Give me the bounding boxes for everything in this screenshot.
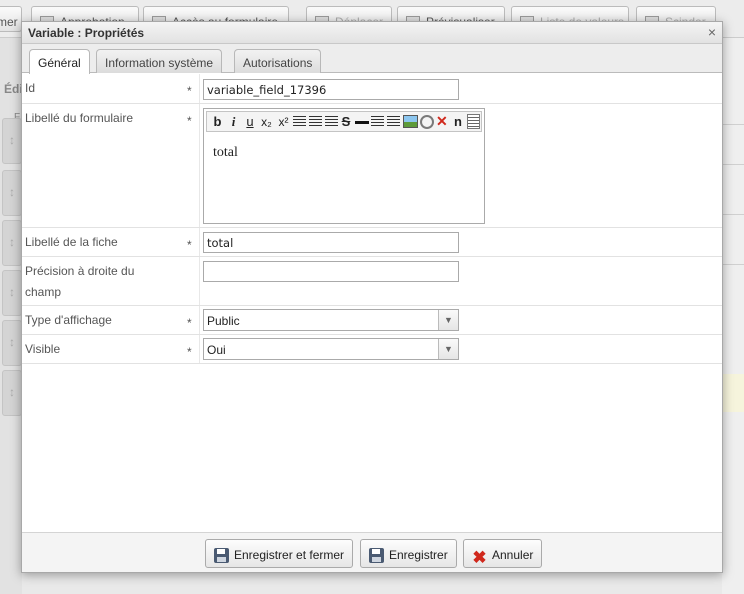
- superscript-button[interactable]: x²: [275, 114, 292, 130]
- unordered-list-icon[interactable]: [387, 116, 400, 127]
- bold-button[interactable]: b: [212, 114, 223, 130]
- drag-handle-icon: ↕: [2, 370, 22, 416]
- highlight-cell: [722, 374, 744, 412]
- dialog-footer: Enregistrer et fermer Enregistrer ✖ Annul…: [22, 532, 722, 572]
- required-marker: *: [187, 114, 192, 128]
- drag-handle-icon: ↕: [2, 320, 22, 366]
- visible-select[interactable]: Oui ▼: [203, 338, 459, 360]
- required-marker: *: [187, 316, 192, 330]
- cancel-button[interactable]: ✖ Annuler: [463, 539, 543, 568]
- precision-input[interactable]: [203, 261, 459, 282]
- field-label-line2: champ: [25, 285, 62, 299]
- subscript-button[interactable]: x₂: [258, 114, 275, 130]
- field-row-form-label: Libellé du formulaire * b i u x₂ x² S ✕ …: [22, 104, 722, 228]
- bg-button-label: mer: [0, 15, 18, 29]
- sheet-label-input[interactable]: total: [203, 232, 459, 253]
- tab-permissions[interactable]: Autorisations: [234, 49, 322, 73]
- field-label: Libellé de la fiche: [25, 235, 118, 249]
- bg-button-truncated: mer: [0, 6, 22, 32]
- italic-button[interactable]: i: [228, 114, 239, 130]
- column-divider: [199, 74, 200, 103]
- field-row-id: Id * variable_field_17396: [22, 74, 722, 104]
- dialog-titlebar[interactable]: Variable : Propriétés ×: [22, 22, 722, 44]
- cancel-icon: ✖: [472, 548, 487, 567]
- button-label: Annuler: [492, 548, 534, 562]
- selected-value: Oui: [207, 343, 226, 357]
- button-label: Enregistrer: [389, 548, 448, 562]
- save-icon: [369, 548, 384, 563]
- field-row-sheet-label: Libellé de la fiche * total: [22, 228, 722, 257]
- divider: [722, 214, 744, 215]
- required-marker: *: [187, 84, 192, 98]
- drag-handle-icon: ↕: [2, 220, 22, 266]
- nbsp-button[interactable]: n: [452, 114, 464, 130]
- align-right-icon[interactable]: [325, 116, 338, 127]
- column-divider: [199, 306, 200, 334]
- save-and-close-button[interactable]: Enregistrer et fermer: [205, 539, 354, 568]
- field-row-precision: Précision à droite du champ: [22, 257, 722, 306]
- image-icon[interactable]: [403, 115, 418, 128]
- divider: [722, 164, 744, 165]
- field-row-display-type: Type d'affichage * Public ▼: [22, 306, 722, 335]
- chevron-down-icon[interactable]: ▼: [438, 339, 458, 359]
- selected-value: Public: [207, 314, 240, 328]
- editor-toolbar: b i u x₂ x² S ✕ n: [206, 111, 482, 132]
- column-divider: [199, 104, 200, 227]
- required-marker: *: [187, 345, 192, 359]
- field-label: Visible: [25, 342, 61, 356]
- drag-handle-icon: ↕: [2, 170, 22, 216]
- column-divider: [199, 335, 200, 363]
- link-icon[interactable]: [420, 115, 434, 129]
- strikethrough-button[interactable]: S: [340, 114, 352, 130]
- column-divider: [199, 228, 200, 256]
- tab-general[interactable]: Général: [29, 49, 90, 74]
- display-type-select[interactable]: Public ▼: [203, 309, 459, 331]
- divider: [722, 264, 744, 265]
- close-icon[interactable]: ×: [708, 25, 716, 39]
- button-label: Enregistrer et fermer: [234, 548, 345, 562]
- bg-edit-label: Édi: [4, 82, 23, 96]
- field-row-visible: Visible * Oui ▼: [22, 335, 722, 364]
- unlink-icon[interactable]: ✕: [436, 113, 450, 129]
- background-right-panel: [722, 38, 744, 594]
- ordered-list-icon[interactable]: [371, 116, 384, 127]
- field-label: Libellé du formulaire: [25, 111, 134, 125]
- dialog-title: Variable : Propriétés: [28, 26, 145, 40]
- field-label-line1: Précision à droite du: [25, 264, 135, 278]
- source-code-icon[interactable]: [467, 114, 480, 129]
- background-left-panel: Édi F Ca ↕ ↕ ↕ ↕ ↕ ↕: [0, 38, 23, 594]
- editor-content[interactable]: total: [213, 145, 238, 161]
- align-justify-icon[interactable]: [309, 116, 322, 127]
- horizontal-rule-icon[interactable]: [355, 121, 369, 124]
- save-button[interactable]: Enregistrer: [360, 539, 457, 568]
- tab-system-info[interactable]: Information système: [96, 49, 223, 73]
- required-marker: *: [187, 238, 192, 252]
- rich-text-editor: b i u x₂ x² S ✕ n total: [203, 108, 485, 224]
- drag-handle-icon: ↕: [2, 270, 22, 316]
- save-icon: [214, 548, 229, 563]
- variable-properties-dialog: Variable : Propriétés × Général Informat…: [21, 21, 723, 573]
- chevron-down-icon[interactable]: ▼: [438, 310, 458, 330]
- drag-handle-icon: ↕: [2, 118, 22, 164]
- field-label: Id: [25, 81, 36, 95]
- align-left-icon[interactable]: [293, 116, 306, 127]
- field-label: Type d'affichage: [25, 313, 112, 327]
- column-divider: [199, 257, 200, 305]
- underline-button[interactable]: u: [244, 114, 256, 130]
- tab-bar: Général Information système Autorisation…: [22, 44, 722, 74]
- divider: [722, 124, 744, 125]
- id-input[interactable]: variable_field_17396: [203, 79, 459, 100]
